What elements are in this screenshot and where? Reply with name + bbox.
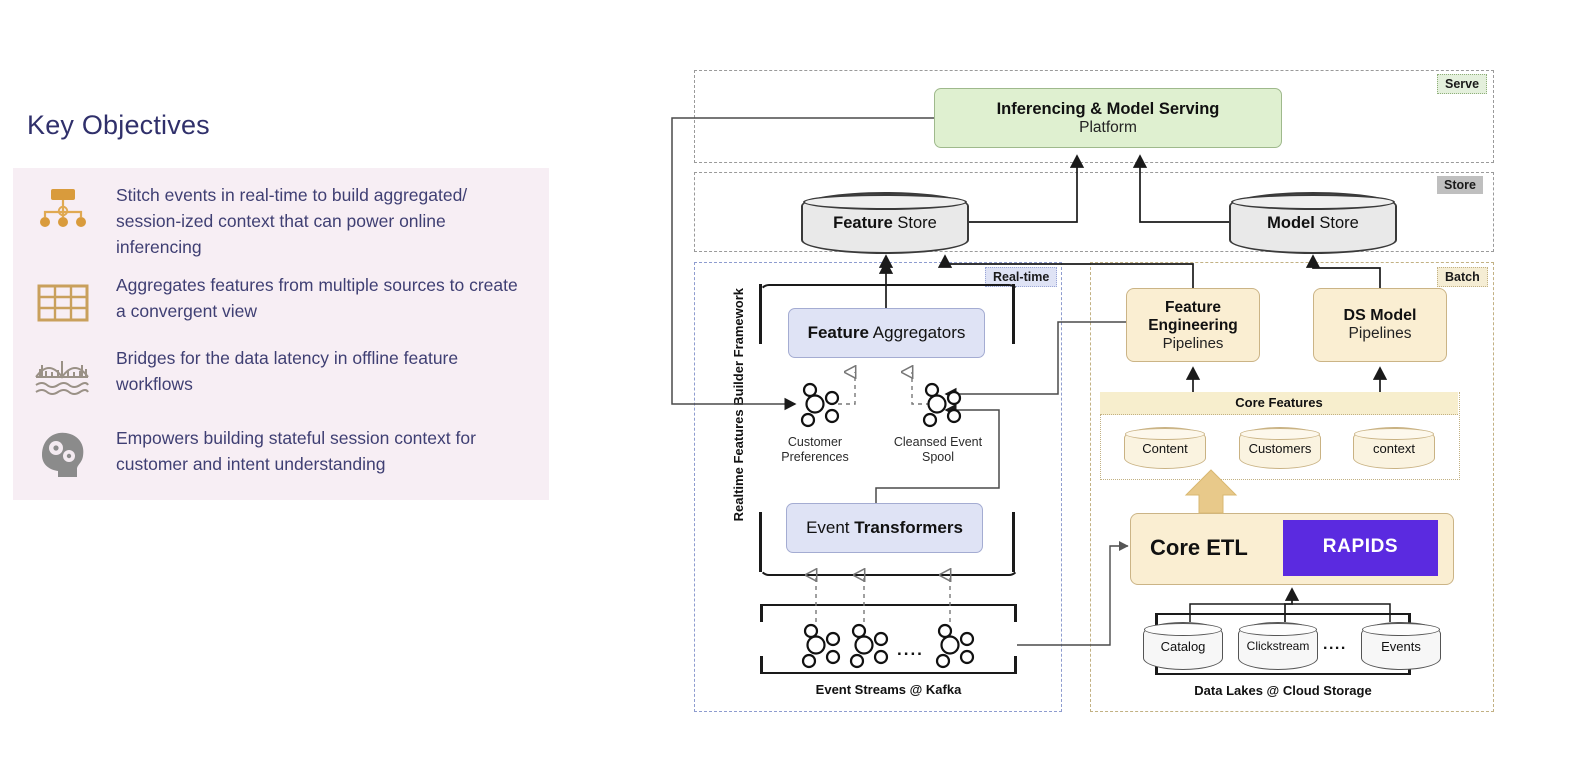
feature-engineering-node[interactable]: Feature Engineering Pipelines [1126, 288, 1260, 362]
customer-preferences-label: Customer Preferences [781, 435, 849, 464]
batch-layer-label: Batch [1437, 267, 1488, 287]
event-transformers-pre: Event [806, 518, 855, 537]
ds-model-line1: DS Model [1343, 307, 1417, 324]
clickstream-cap [1239, 623, 1317, 636]
rapids-label: RAPIDS [1322, 536, 1399, 557]
feature-aggregators-node[interactable]: Feature Aggregators [788, 308, 985, 358]
event-streams-bracket-left [760, 604, 763, 622]
feature-aggregators-rest: Aggregators [869, 323, 966, 342]
feature-aggregators-bold: Feature [807, 323, 869, 342]
event-streams-bracket-right [1014, 604, 1017, 622]
clickstream-label: Clickstream [1246, 639, 1310, 653]
content-label: Content [1142, 440, 1188, 456]
content-cap [1125, 428, 1205, 440]
event-transformers-node[interactable]: Event Transformers [786, 503, 983, 553]
lake-catalog-cylinder[interactable]: Catalog [1143, 622, 1223, 670]
event-streams-bracket-right2 [1014, 656, 1017, 674]
framework-left-edge-top [759, 284, 762, 344]
event-streams-bracket [760, 604, 1017, 674]
streams-ellipsis: .... [897, 640, 924, 659]
feature-store-label-bold: Feature [833, 213, 893, 232]
cleansed-event-spool-label: Cleansed Event Spool [893, 435, 983, 464]
serve-layer-label: Serve [1437, 74, 1488, 94]
catalog-cap [1144, 623, 1222, 636]
model-store-cap [1231, 194, 1395, 210]
framework-right-edge-bottom [1012, 512, 1015, 572]
core-etl-label: Core ETL [1150, 535, 1248, 560]
feature-engineering-line3: Pipelines [1162, 334, 1224, 352]
model-store-cylinder[interactable]: Model Store [1229, 192, 1397, 254]
event-streams-caption: Event Streams @ Kafka [815, 682, 962, 697]
context-cap [1354, 428, 1434, 440]
framework-right-edge-top [1012, 284, 1015, 344]
ds-model-pipelines-node[interactable]: DS Model Pipelines [1313, 288, 1447, 362]
context-label: context [1373, 440, 1415, 456]
core-features-label: Core Features [1235, 395, 1323, 410]
framework-left-edge-bottom [759, 512, 762, 572]
model-store-label-bold: Model [1267, 213, 1315, 232]
events-cap [1362, 623, 1440, 636]
data-lakes-caption: Data Lakes @ Cloud Storage [1194, 683, 1372, 698]
inferencing-platform-line2: Platform [1079, 118, 1137, 136]
store-layer-label: Store [1437, 176, 1483, 194]
lakes-ellipsis: .... [1323, 636, 1347, 653]
architecture-diagram: Serve Inferencing & Model Serving Platfo… [0, 0, 1592, 764]
customers-cap [1240, 428, 1320, 440]
lake-clickstream-cylinder[interactable]: Clickstream [1238, 622, 1318, 670]
ds-model-line2: Pipelines [1348, 325, 1412, 342]
customers-label: Customers [1248, 440, 1312, 456]
inferencing-platform-line1: Inferencing & Model Serving [996, 99, 1220, 118]
catalog-label: Catalog [1160, 638, 1206, 654]
core-feature-customers-cylinder[interactable]: Customers [1239, 427, 1321, 469]
core-feature-content-cylinder[interactable]: Content [1124, 427, 1206, 469]
feature-store-cylinder[interactable]: Feature Store [801, 192, 969, 254]
core-feature-context-cylinder[interactable]: context [1353, 427, 1435, 469]
inferencing-platform-node[interactable]: Inferencing & Model Serving Platform [934, 88, 1282, 148]
event-streams-bracket-left2 [760, 656, 763, 674]
events-label: Events [1381, 638, 1421, 654]
framework-vertical-label: Realtime Features Builder Framework [731, 288, 746, 522]
event-transformers-bold: Transformers [854, 518, 963, 537]
feature-engineering-line2: Engineering [1148, 316, 1238, 334]
feature-store-cap [803, 194, 967, 210]
feature-engineering-line1: Feature [1165, 298, 1221, 316]
lake-events-cylinder[interactable]: Events [1361, 622, 1441, 670]
model-store-label-rest: Store [1314, 213, 1359, 232]
feature-store-label-rest: Store [892, 213, 937, 232]
